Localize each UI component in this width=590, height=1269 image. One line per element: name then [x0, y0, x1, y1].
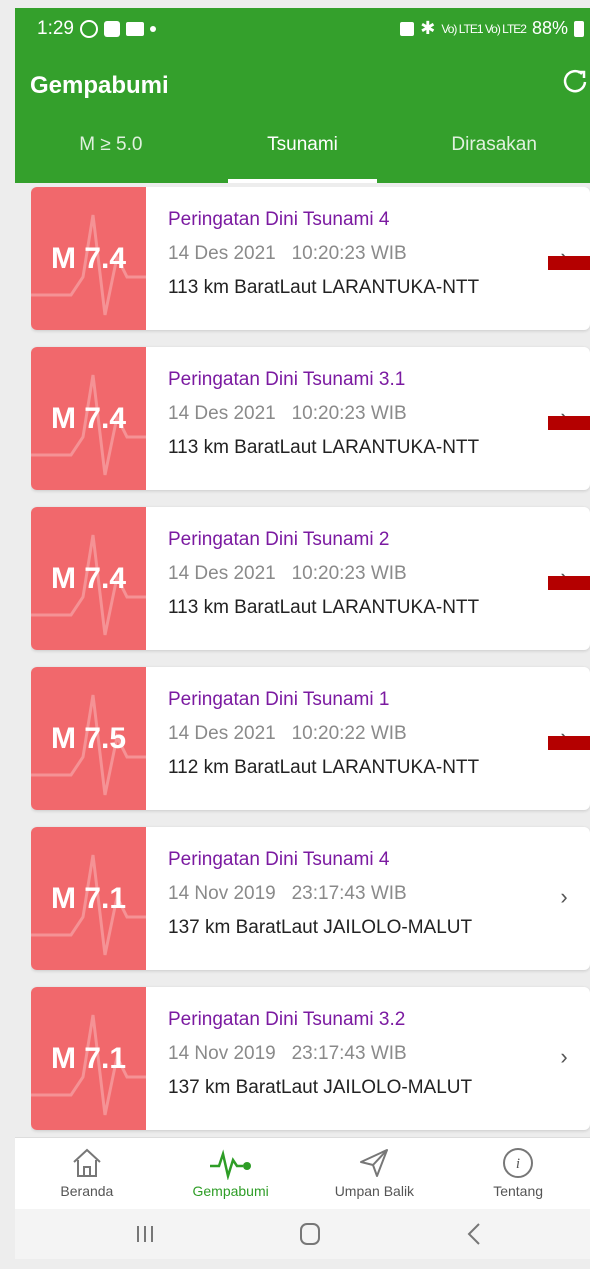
card-info: Peringatan Dini Tsunami 4 14 Des 2021 10…	[168, 209, 479, 299]
send-icon	[360, 1149, 389, 1177]
nav-label: Tentang	[493, 1183, 544, 1199]
list-item[interactable]: M 7.4 Peringatan Dini Tsunami 4 14 Des 2…	[31, 187, 590, 330]
tsunami-list[interactable]: M 7.4 Peringatan Dini Tsunami 4 14 Des 2…	[31, 187, 590, 1137]
battery-icon	[574, 20, 584, 37]
refresh-icon[interactable]	[560, 66, 590, 96]
magnitude-badge: M 7.4	[31, 187, 146, 330]
card-info: Peringatan Dini Tsunami 3.2 14 Nov 2019 …	[168, 1009, 472, 1099]
whatsapp-icon	[79, 20, 98, 38]
card-location: 113 km BaratLaut LARANTUKA-NTT	[168, 277, 480, 298]
status-left: 1:29	[37, 18, 156, 40]
card-datetime: 14 Des 2021 10:20:23 WIB	[168, 243, 407, 264]
system-nav-bar	[15, 1209, 590, 1259]
more-notifications-icon	[149, 26, 156, 32]
card-location: 137 km BaratLaut JAILOLO-MALUT	[168, 917, 473, 938]
magnitude-badge: M 7.5	[31, 667, 146, 810]
tab-label: Tsunami	[267, 134, 338, 155]
nav-label: Umpan Balik	[334, 1183, 415, 1199]
list-item[interactable]: M 7.5 Peringatan Dini Tsunami 1 14 Des 2…	[31, 667, 590, 810]
nav-umpan-balik[interactable]: Umpan Balik	[303, 1138, 447, 1209]
card-datetime: 14 Des 2021 10:20:23 WIB	[168, 563, 407, 584]
status-time: 1:29	[37, 18, 74, 39]
card-info: Peringatan Dini Tsunami 2 14 Des 2021 10…	[168, 529, 479, 619]
tab-dirasakan[interactable]: Dirasakan	[398, 130, 590, 183]
card-title: Peringatan Dini Tsunami 4	[168, 849, 390, 870]
card-location: 113 km BaratLaut LARANTUKA-NTT	[168, 597, 480, 618]
magnitude-badge: M 7.1	[31, 987, 146, 1130]
tab-label: M ≥ 5.0	[79, 134, 143, 155]
red-marker	[548, 736, 590, 750]
svg-text:i: i	[516, 1156, 520, 1172]
card-info: Peringatan Dini Tsunami 3.1 14 Des 2021 …	[168, 369, 479, 459]
info-icon: i	[503, 1148, 534, 1178]
nav-label: Gempabumi	[192, 1183, 269, 1199]
card-title: Peringatan Dini Tsunami 4	[168, 209, 390, 230]
list-item[interactable]: M 7.4 Peringatan Dini Tsunami 3.1 14 Des…	[31, 347, 590, 490]
magnitude-value: M 7.4	[50, 242, 127, 275]
card-info: Peringatan Dini Tsunami 1 14 Des 2021 10…	[168, 689, 479, 779]
list-item[interactable]: M 7.4 Peringatan Dini Tsunami 2 14 Des 2…	[31, 507, 590, 650]
magnitude-value: M 7.1	[50, 1042, 127, 1075]
card-title: Peringatan Dini Tsunami 1	[168, 689, 390, 710]
card-location: 137 km BaratLaut JAILOLO-MALUT	[168, 1077, 473, 1098]
nav-tentang[interactable]: i Tentang	[446, 1138, 590, 1209]
list-item[interactable]: M 7.1 Peringatan Dini Tsunami 4 14 Nov 2…	[31, 827, 590, 970]
card-datetime: 14 Des 2021 10:20:22 WIB	[168, 723, 407, 744]
card-datetime: 14 Des 2021 10:20:23 WIB	[168, 403, 407, 424]
bluetooth-icon: ✱	[420, 18, 436, 38]
battery-saver-icon	[400, 21, 415, 36]
chevron-right-icon: ›	[560, 884, 568, 909]
tab-label: Dirasakan	[451, 134, 537, 155]
notification-icon	[125, 22, 144, 36]
card-datetime: 14 Nov 2019 23:17:43 WIB	[168, 1043, 407, 1064]
back-button[interactable]	[455, 1217, 495, 1251]
seismic-wave-icon	[209, 1149, 251, 1180]
card-title: Peringatan Dini Tsunami 3.1	[168, 369, 406, 390]
tab-bar: M ≥ 5.0 Tsunami Dirasakan	[15, 130, 590, 183]
red-marker	[548, 256, 590, 270]
status-bar: 1:29 ✱ Vo) LTE1 Vo) LTE2 88%	[15, 8, 590, 48]
home-button[interactable]	[290, 1217, 330, 1251]
app-bar: Gempabumi M ≥ 5.0 Tsunami Dirasakan	[15, 48, 590, 183]
magnitude-value: M 7.4	[50, 402, 127, 435]
tab-tsunami[interactable]: Tsunami	[207, 130, 399, 183]
battery-percent: 88%	[531, 18, 568, 38]
red-marker	[548, 416, 590, 430]
page-title: Gempabumi	[30, 72, 169, 99]
magnitude-badge: M 7.4	[31, 507, 146, 650]
card-info: Peringatan Dini Tsunami 4 14 Nov 2019 23…	[168, 849, 472, 939]
card-datetime: 14 Nov 2019 23:17:43 WIB	[168, 883, 407, 904]
card-location: 113 km BaratLaut LARANTUKA-NTT	[168, 437, 480, 458]
magnitude-badge: M 7.1	[31, 827, 146, 970]
red-marker	[548, 576, 590, 590]
card-location: 112 km BaratLaut LARANTUKA-NTT	[168, 757, 480, 778]
chevron-right-icon: ›	[560, 1044, 568, 1069]
home-icon	[73, 1148, 101, 1177]
magnitude-value: M 7.5	[50, 722, 127, 755]
status-right: ✱ Vo) LTE1 Vo) LTE2 88%	[400, 18, 584, 39]
tab-magnitude[interactable]: M ≥ 5.0	[15, 130, 207, 183]
shopping-bag-icon	[103, 21, 120, 37]
nav-label: Beranda	[60, 1183, 114, 1199]
nav-gempabumi[interactable]: Gempabumi	[159, 1138, 303, 1209]
magnitude-value: M 7.1	[50, 882, 127, 915]
bottom-nav: Beranda Gempabumi Umpan Balik i Tentang	[15, 1137, 590, 1209]
list-item[interactable]: M 7.1 Peringatan Dini Tsunami 3.2 14 Nov…	[31, 987, 590, 1130]
magnitude-value: M 7.4	[50, 562, 127, 595]
card-title: Peringatan Dini Tsunami 3.2	[168, 1009, 406, 1030]
nav-beranda[interactable]: Beranda	[15, 1138, 159, 1209]
signal-label: Vo) LTE1 Vo) LTE2	[441, 21, 527, 36]
magnitude-badge: M 7.4	[31, 347, 146, 490]
recent-apps-button[interactable]	[125, 1217, 165, 1251]
card-title: Peringatan Dini Tsunami 2	[168, 529, 390, 550]
